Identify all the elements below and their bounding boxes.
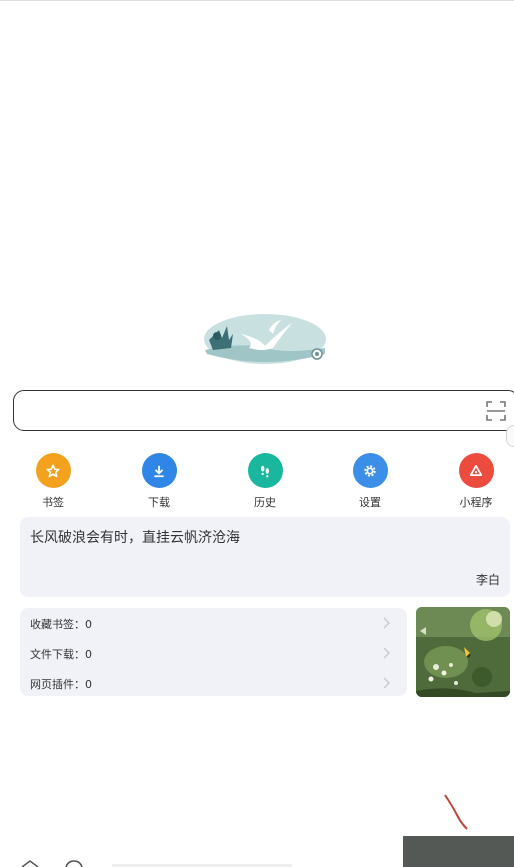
star-icon [35,453,71,488]
download-shortcut[interactable]: 下载 [129,453,189,511]
dark-overlay-block [403,836,514,867]
stat-row-plugins[interactable]: 网页插件：0 [20,672,407,694]
stat-downloads-label: 文件下载：0 [30,648,92,661]
side-drawer-handle[interactable] [506,425,514,447]
chevron-right-icon [383,647,391,659]
scan-icon[interactable] [486,401,506,421]
stats-card: 收藏书签：0 文件下载：0 网页插件：0 [20,608,407,696]
quick-links: 书签 下载 历史 设置 小程序 [0,453,514,511]
download-icon [141,453,177,488]
miniprogram-shortcut[interactable]: 小程序 [446,453,506,511]
settings-label: 设置 [359,496,381,509]
footprints-icon [247,453,283,488]
settings-shortcut[interactable]: 设置 [340,453,400,511]
bookmark-label: 书签 [42,496,64,509]
chevron-right-icon [383,617,391,629]
top-divider [0,0,514,1]
stat-plugins-label: 网页插件：0 [30,678,92,691]
stat-bookmarks-label: 收藏书签：0 [30,618,92,631]
seagull-logo-icon[interactable] [203,312,327,366]
home-icon [21,860,39,867]
history-label: 历史 [254,496,276,509]
miniprogram-label: 小程序 [459,496,493,509]
search-input[interactable] [13,390,514,431]
quote-text: 长风破浪会有时，直挂云帆济沧海 [30,530,240,546]
history-shortcut[interactable]: 历史 [235,453,295,511]
bookmark-shortcut[interactable]: 书签 [23,453,83,511]
miniprogram-icon [458,453,494,488]
stat-row-bookmarks[interactable]: 收藏书签：0 [20,612,407,634]
quote-author: 李白 [475,573,500,587]
daily-quote-card[interactable]: 长风破浪会有时，直挂云帆济沧海 李白 [20,517,510,597]
nature-scene-image[interactable] [416,607,510,697]
chevron-right-icon [383,677,391,689]
gear-icon [352,453,388,488]
stat-row-downloads[interactable]: 文件下载：0 [20,642,407,664]
chat-icon [65,860,83,867]
bottom-toolbar [21,860,292,867]
download-label: 下载 [148,496,170,509]
red-scratch-mark [444,794,468,830]
